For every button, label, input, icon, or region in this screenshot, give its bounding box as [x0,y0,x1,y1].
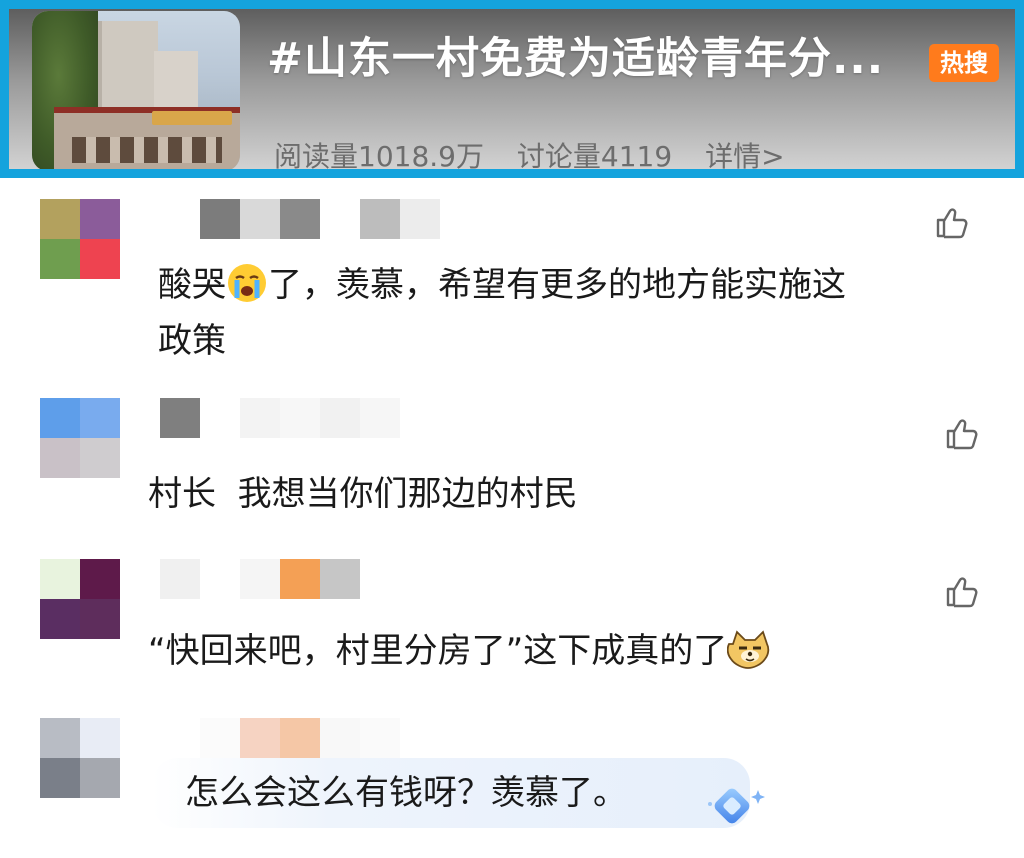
topic-card[interactable]: #山东一村免费为适龄青年分... 热搜 阅读量1018.9万 讨论量4119 详… [0,0,1024,178]
crying-face-icon [228,264,266,302]
username-blurred[interactable] [160,398,400,438]
details-link[interactable]: 详情> [705,140,784,169]
doge-face-icon [727,630,770,669]
username-blurred[interactable] [200,718,400,758]
read-count: 阅读量1018.9万 [274,140,484,173]
username-blurred[interactable] [160,559,360,599]
avatar[interactable] [40,398,120,478]
comment-text: 村长 我想当你们那边的村民 [148,474,578,514]
comment-text: 怎么会这么有钱呀？羡慕了。 [185,773,627,813]
username-blurred[interactable] [200,199,440,239]
topic-thumbnail [32,11,240,169]
comment-text: 酸哭 了，羡慕，希望有更多的地方能实施这 [158,256,846,314]
thumbs-up-icon[interactable] [935,205,969,239]
topic-title[interactable]: #山东一村免费为适龄青年分... [267,24,884,86]
comment-text: “快回来吧，村里分房了”这下成真的了 [148,622,773,680]
topic-stats: 阅读量1018.9万 讨论量4119 详情> [274,135,809,173]
discussion-count: 讨论量4119 [516,140,673,173]
hot-badge: 热搜 [929,44,999,82]
avatar[interactable] [40,559,120,639]
sparkle-diamond-icon[interactable] [700,782,770,842]
avatar[interactable] [40,199,120,279]
thumbs-up-icon[interactable] [945,574,979,608]
avatar[interactable] [40,718,120,798]
comment-text-line2: 政策 [158,321,226,361]
thumbs-up-icon[interactable] [945,416,979,450]
